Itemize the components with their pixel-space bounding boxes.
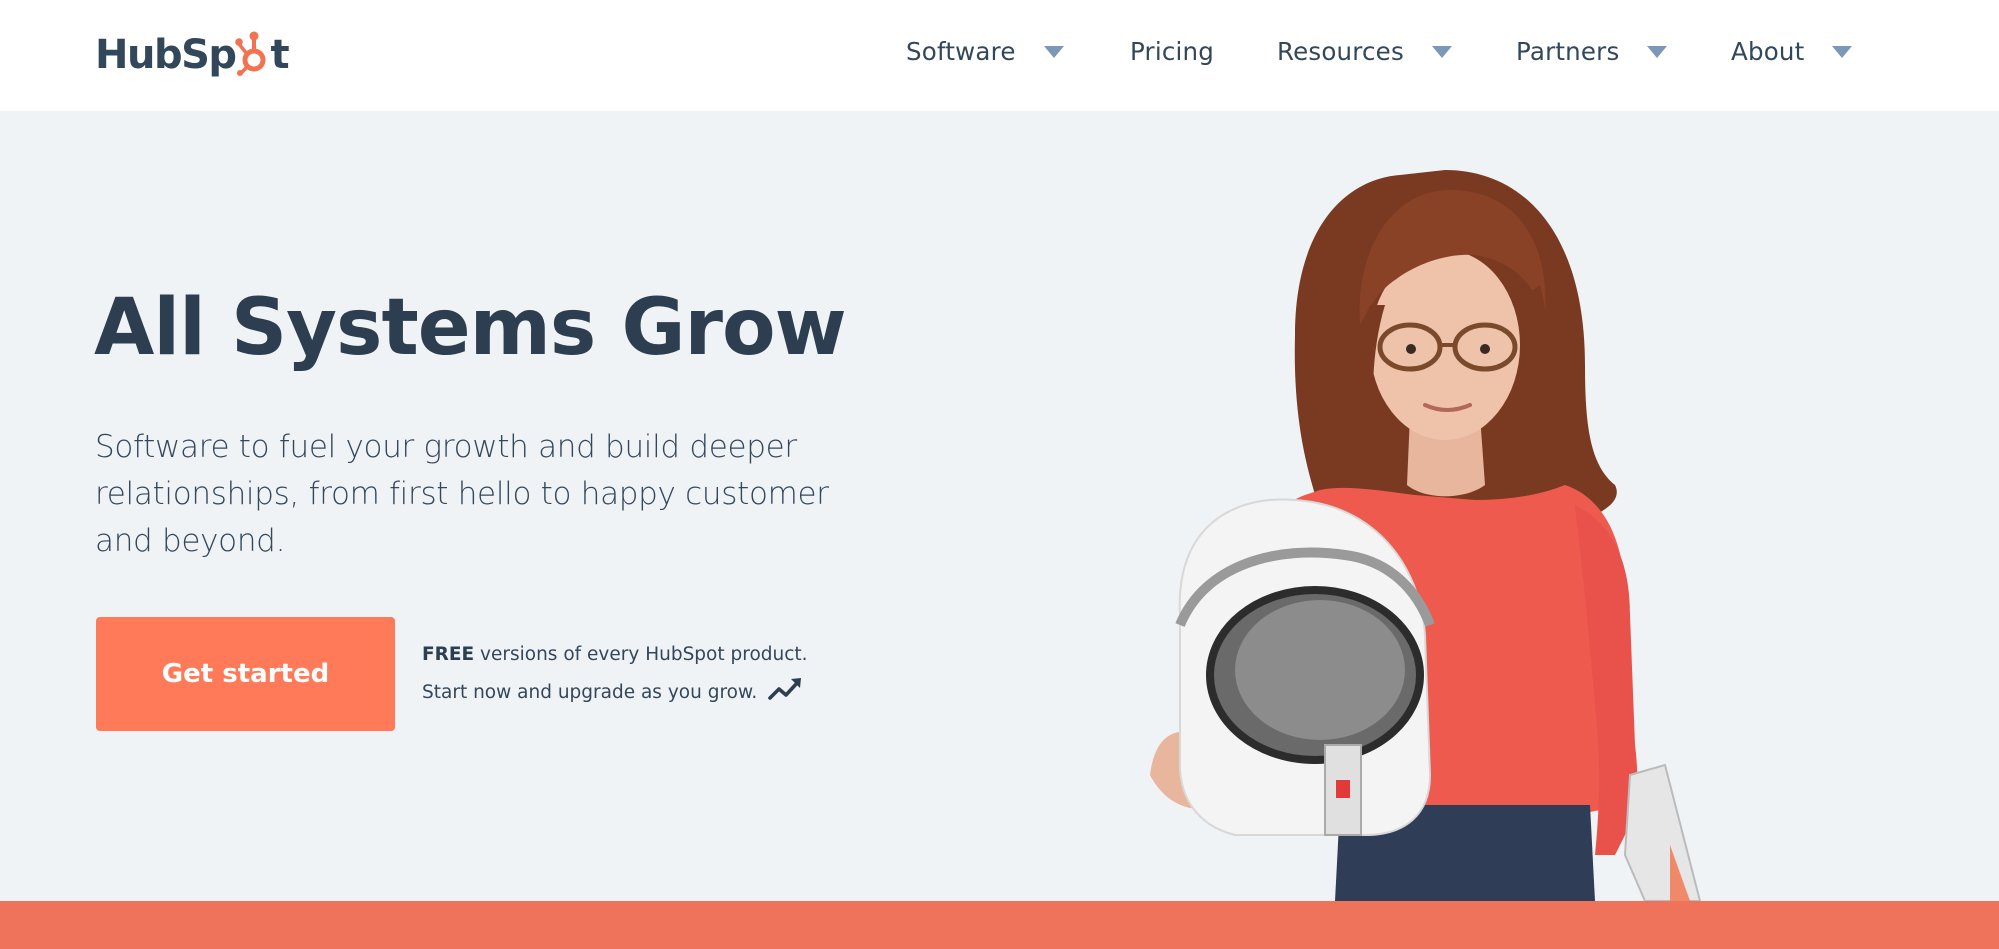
hero-subtitle: Software to fuel your growth and build d… bbox=[95, 429, 829, 559]
logo-wordmark: HubSp t bbox=[95, 31, 290, 78]
nav-partners[interactable]: Partners bbox=[1516, 30, 1668, 72]
hero-title: All Systems Grow bbox=[94, 283, 847, 373]
chevron-down-icon bbox=[1832, 46, 1853, 58]
sprocket-icon bbox=[234, 31, 266, 76]
free-note-line1-text: versions of every HubSpot product. bbox=[474, 644, 808, 665]
nav-about-label: About bbox=[1731, 36, 1805, 66]
nav-software[interactable]: Software bbox=[906, 30, 1064, 72]
free-note-line1: FREE versions of every HubSpot product. bbox=[422, 636, 808, 674]
nav-pricing[interactable]: Pricing bbox=[1130, 30, 1214, 72]
free-note-line2: Start now and upgrade as you grow. bbox=[422, 674, 808, 712]
trending-up-icon bbox=[768, 678, 802, 700]
chevron-down-icon bbox=[1647, 46, 1668, 58]
free-note: FREE versions of every HubSpot product. … bbox=[422, 636, 808, 712]
hero-photo bbox=[1150, 170, 1702, 901]
nav-pricing-label: Pricing bbox=[1130, 36, 1214, 66]
bottom-banner bbox=[0, 901, 1999, 949]
nav-partners-label: Partners bbox=[1516, 36, 1620, 66]
nav-about[interactable]: About bbox=[1731, 30, 1853, 72]
logo-text-left: HubSp bbox=[95, 32, 237, 78]
free-note-line2-text: Start now and upgrade as you grow. bbox=[422, 682, 758, 703]
nav-resources[interactable]: Resources bbox=[1277, 30, 1452, 72]
get-started-button[interactable]: Get started bbox=[96, 617, 395, 731]
nav-resources-label: Resources bbox=[1277, 36, 1404, 66]
nav-software-label: Software bbox=[906, 36, 1016, 66]
free-label: FREE bbox=[422, 644, 475, 665]
logo-text-right: t bbox=[270, 32, 290, 78]
site-header: HubSp t Software Pricing Resources Partn… bbox=[0, 0, 1999, 111]
hubspot-logo[interactable]: HubSp t bbox=[95, 28, 290, 82]
chevron-down-icon bbox=[1431, 46, 1452, 58]
chevron-down-icon bbox=[1043, 46, 1064, 58]
